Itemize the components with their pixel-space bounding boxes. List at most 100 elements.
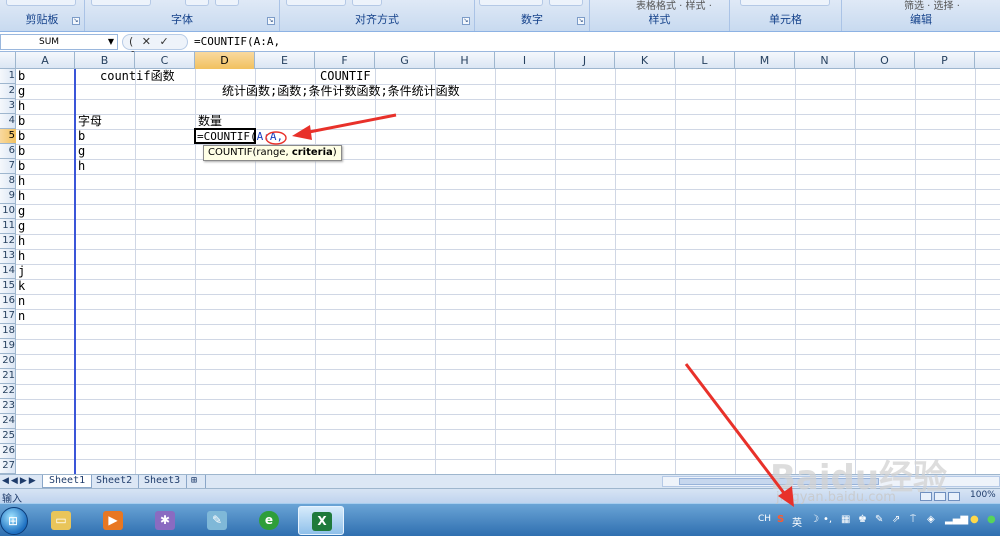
cell-a17[interactable]: n xyxy=(18,309,25,324)
row-header[interactable]: 3 xyxy=(0,99,16,114)
row-header[interactable]: 17 xyxy=(0,309,16,324)
cell-a16[interactable]: n xyxy=(18,294,25,309)
taskbar-ie[interactable]: e xyxy=(246,506,292,535)
skin-icon[interactable]: ♚ xyxy=(858,514,867,525)
cell-d4[interactable]: 数量 xyxy=(198,114,222,129)
row-header[interactable]: 5 xyxy=(0,129,16,144)
column-header-g[interactable]: G xyxy=(375,52,435,69)
column-header-a[interactable]: A xyxy=(16,52,75,69)
taskbar-explorer[interactable]: ▭ xyxy=(38,506,84,535)
column-header-d[interactable]: D xyxy=(195,52,255,69)
row-header[interactable]: 13 xyxy=(0,249,16,264)
dialog-launcher-icon[interactable]: ↘ xyxy=(72,17,80,25)
ime-mode[interactable]: 英 xyxy=(792,514,802,529)
row-header[interactable]: 23 xyxy=(0,399,16,414)
font-size-button[interactable] xyxy=(185,0,209,6)
cell-b1[interactable]: countif函数 xyxy=(100,69,175,84)
row-header[interactable]: 18 xyxy=(0,324,16,339)
column-header-p[interactable]: P xyxy=(915,52,975,69)
network-icon[interactable]: ⇗ xyxy=(892,514,900,525)
row-header[interactable]: 15 xyxy=(0,279,16,294)
start-button[interactable]: ⊞ xyxy=(0,507,28,535)
cell-b4[interactable]: 字母 xyxy=(78,114,102,129)
row-header[interactable]: 21 xyxy=(0,369,16,384)
formula-input[interactable]: =COUNTIF(A:A, xyxy=(190,34,1000,50)
cell-a8[interactable]: h xyxy=(18,174,25,189)
function-tooltip[interactable]: COUNTIF(range, criteria) xyxy=(203,145,342,161)
cells-buttons[interactable] xyxy=(740,0,830,6)
tab-sheet3[interactable]: Sheet3 xyxy=(138,475,188,488)
taskbar-media-player[interactable]: ▶ xyxy=(90,506,136,535)
column-header-m[interactable]: M xyxy=(735,52,795,69)
number-format-buttons[interactable] xyxy=(479,0,543,6)
row-header[interactable]: 24 xyxy=(0,414,16,429)
column-header-i[interactable]: I xyxy=(495,52,555,69)
decimal-buttons[interactable] xyxy=(549,0,583,6)
360-icon[interactable]: ● xyxy=(987,514,996,525)
dialog-launcher-icon[interactable]: ↘ xyxy=(462,17,470,25)
row-header[interactable]: 25 xyxy=(0,429,16,444)
column-header-l[interactable]: L xyxy=(675,52,735,69)
cell-a11[interactable]: g xyxy=(18,219,25,234)
language-indicator[interactable]: CH xyxy=(758,514,771,524)
select-all-corner[interactable] xyxy=(0,52,16,69)
worksheet-grid[interactable]: A B C D E F G H I J K L M N O P 1 2 3 4 … xyxy=(0,52,1000,474)
font-color-button[interactable] xyxy=(215,0,239,6)
qq-icon[interactable]: ● xyxy=(970,514,979,525)
row-header[interactable]: 6 xyxy=(0,144,16,159)
row-header[interactable]: 16 xyxy=(0,294,16,309)
row-header[interactable]: 22 xyxy=(0,384,16,399)
cell-f2[interactable]: 统计函数;函数;条件计数函数;条件统计函数 xyxy=(222,84,460,99)
row-header[interactable]: 8 xyxy=(0,174,16,189)
row-header[interactable]: 14 xyxy=(0,264,16,279)
row-header[interactable]: 19 xyxy=(0,339,16,354)
wrap-button[interactable] xyxy=(352,0,382,6)
row-header[interactable]: 9 xyxy=(0,189,16,204)
sogou-icon[interactable]: S xyxy=(777,514,784,525)
column-header-c[interactable]: C xyxy=(135,52,195,69)
row-header[interactable]: 11 xyxy=(0,219,16,234)
row-header[interactable]: 7 xyxy=(0,159,16,174)
usb-icon[interactable]: ⍑ xyxy=(910,514,916,525)
keyboard-icon[interactable]: ▦ xyxy=(841,514,850,525)
moon-icon[interactable]: ☽ xyxy=(810,514,819,525)
column-header-e[interactable]: E xyxy=(255,52,315,69)
column-header-n[interactable]: N xyxy=(795,52,855,69)
tab-sheet1[interactable]: Sheet1 xyxy=(42,475,93,488)
row-header[interactable]: 1 xyxy=(0,69,16,84)
cell-a13[interactable]: h xyxy=(18,249,25,264)
chevron-down-icon[interactable]: ▼ xyxy=(108,35,114,49)
insert-sheet-icon[interactable]: ⊞ xyxy=(188,475,206,488)
cancel-icon[interactable]: ✕ xyxy=(142,35,151,48)
punct-icon[interactable]: •, xyxy=(823,514,832,525)
name-box[interactable]: SUM ▼ xyxy=(0,34,118,50)
column-header-o[interactable]: O xyxy=(855,52,915,69)
taskbar-app[interactable]: ✱ xyxy=(142,506,188,535)
taskbar-app[interactable]: ✎ xyxy=(194,506,240,535)
row-header[interactable]: 10 xyxy=(0,204,16,219)
cell-a6[interactable]: b xyxy=(18,144,25,159)
wrench-icon[interactable]: ✎ xyxy=(875,514,883,525)
clipboard-buttons[interactable] xyxy=(6,0,76,6)
column-header-k[interactable]: K xyxy=(615,52,675,69)
font-buttons[interactable] xyxy=(91,0,151,6)
cell-a7[interactable]: b xyxy=(18,159,25,174)
active-cell-d5[interactable]: =COUNTIF(A:A, xyxy=(194,128,283,144)
row-header[interactable]: 4 xyxy=(0,114,16,129)
column-header-b[interactable]: B xyxy=(75,52,135,69)
cell-a3[interactable]: h xyxy=(18,99,25,114)
cell-a9[interactable]: h xyxy=(18,189,25,204)
signal-icon[interactable]: ▂▄▆ xyxy=(945,514,968,525)
enter-icon[interactable]: ✓ xyxy=(160,35,169,48)
cell-a12[interactable]: h xyxy=(18,234,25,249)
dialog-launcher-icon[interactable]: ↘ xyxy=(577,17,585,25)
row-header[interactable]: 20 xyxy=(0,354,16,369)
cell-b5[interactable]: b xyxy=(78,129,85,144)
cell-a4[interactable]: b xyxy=(18,114,25,129)
cell-a10[interactable]: g xyxy=(18,204,25,219)
tab-sheet2[interactable]: Sheet2 xyxy=(90,475,140,488)
cell-b7[interactable]: h xyxy=(78,159,85,174)
row-header[interactable]: 26 xyxy=(0,444,16,459)
cell-a5[interactable]: b xyxy=(18,129,25,144)
cell-a14[interactable]: j xyxy=(18,264,25,279)
